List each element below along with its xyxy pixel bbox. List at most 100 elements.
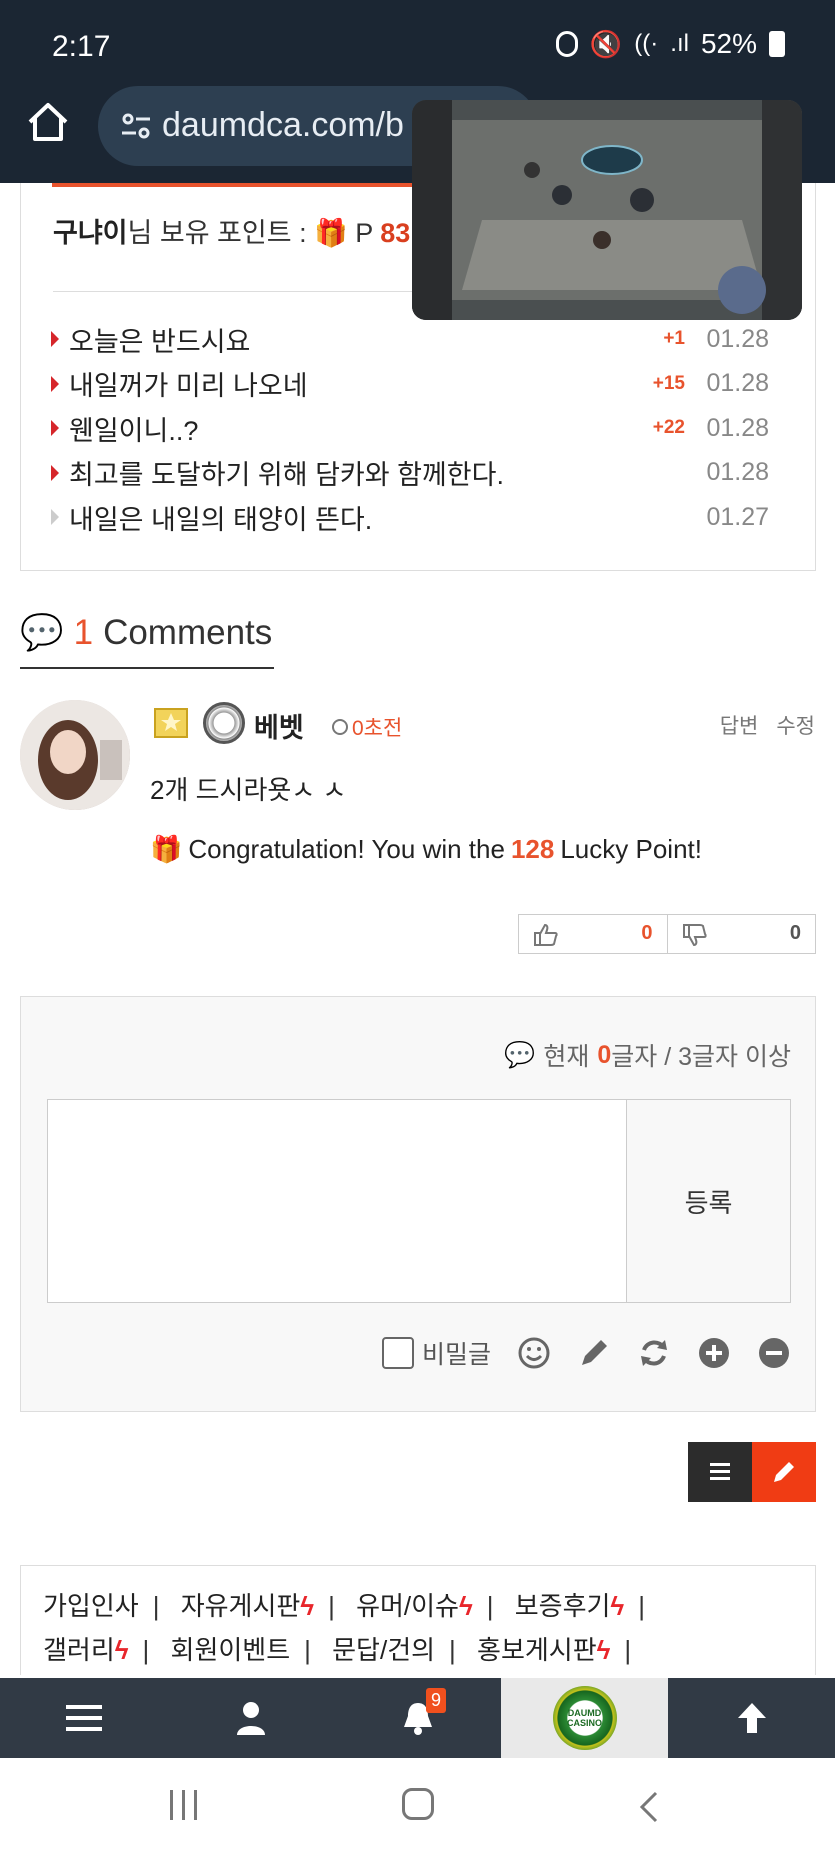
avatar-image	[20, 700, 130, 810]
divider: |	[328, 1591, 335, 1621]
downvote-count: 0	[789, 922, 801, 944]
list-item[interactable]: 오늘은 반드시요 +1 01.28	[51, 317, 801, 362]
refresh-icon[interactable]	[637, 1336, 671, 1370]
battery-percent: 52%	[700, 28, 757, 59]
post-title[interactable]: 오늘은 반드시요	[69, 320, 250, 359]
hot-icon: ϟ	[610, 1591, 625, 1621]
bullet-icon	[51, 464, 59, 481]
picture-in-picture-video[interactable]	[412, 100, 802, 320]
edit-link[interactable]: 수정	[776, 710, 815, 740]
board-link[interactable]: 갤러리	[43, 1635, 115, 1665]
hot-icon: ϟ	[114, 1635, 129, 1665]
hot-icon: ϟ	[596, 1635, 611, 1665]
hamburger-icon	[65, 1705, 102, 1731]
comment-tools: 비밀글	[381, 1335, 791, 1371]
bullet-icon	[51, 420, 59, 437]
comments-header: 💬 1 Comments	[20, 612, 274, 669]
mute-icon: 🔇	[589, 28, 623, 59]
divider: |	[486, 1591, 494, 1621]
board-links-row: 가입인사 | 자유게시판ϟ | 유머/이슈ϟ | 보증후기ϟ |	[43, 1584, 815, 1628]
secret-toggle[interactable]: 비밀글	[381, 1335, 491, 1371]
emoji-icon[interactable]	[517, 1336, 551, 1370]
board-link[interactable]: 가입인사	[43, 1591, 139, 1621]
wifi-icon: ((·	[634, 30, 659, 57]
post-title[interactable]: 웬일이니..?	[69, 409, 198, 448]
divider: |	[142, 1635, 150, 1665]
board-link[interactable]: 자유게시판	[181, 1591, 301, 1621]
bullet-icon	[51, 509, 59, 526]
menu-button[interactable]	[0, 1678, 167, 1758]
post-title[interactable]: 내일은 내일의 태양이 뜬다.	[69, 498, 372, 537]
comment-body: 2개 드시라욧ㅅ ㅅ	[150, 775, 347, 805]
reply-link[interactable]: 답변	[720, 710, 759, 740]
scroll-top-button[interactable]	[668, 1678, 835, 1758]
pencil-icon[interactable]	[577, 1336, 611, 1370]
list-item[interactable]: 내일꺼가 미리 나오네 +15 01.28	[51, 362, 801, 407]
home-icon[interactable]	[26, 100, 70, 144]
secret-checkbox[interactable]	[381, 1337, 414, 1369]
downvote-button[interactable]: 0	[666, 915, 816, 953]
thumbs-up-icon	[534, 923, 558, 946]
comment-actions: 답변 수정	[720, 710, 815, 740]
board-link[interactable]: 홍보게시판	[477, 1635, 597, 1665]
comment-author[interactable]: 베벳	[254, 706, 304, 745]
username: 구냐이	[53, 218, 128, 248]
comments-count: 1	[73, 612, 94, 652]
upvote-button[interactable]: 0	[519, 915, 667, 953]
comment-textarea[interactable]	[47, 1099, 627, 1303]
submit-button[interactable]: 등록	[627, 1099, 791, 1303]
lucky-suffix: Lucky Point!	[560, 834, 702, 864]
casino-logo-button[interactable]: DAUMD CASINO	[501, 1678, 668, 1758]
comment-form: 💬 현재 0 글자 / 3글자 이상 등록 비밀글	[20, 996, 816, 1412]
board-link[interactable]: 보증후기	[515, 1591, 611, 1621]
minus-circle-icon[interactable]	[757, 1336, 791, 1370]
avatar[interactable]	[20, 700, 130, 810]
status-time: 2:17	[52, 30, 111, 63]
vote-box: 0 0	[518, 914, 816, 954]
counter-requirement: 글자 / 3글자 이상	[611, 1043, 791, 1071]
recent-apps-icon[interactable]	[170, 1790, 204, 1820]
pencil-icon	[774, 1462, 794, 1482]
counter-label: 현재	[543, 1043, 590, 1071]
hot-icon: ϟ	[300, 1591, 315, 1621]
back-icon[interactable]	[636, 1790, 662, 1824]
post-title[interactable]: 내일꺼가 미리 나오네	[69, 364, 308, 403]
notification-badge: 9	[426, 1688, 447, 1713]
char-counter: 💬 현재 0 글자 / 3글자 이상	[504, 1037, 791, 1073]
post-title[interactable]: 최고를 도달하기 위해 담카와 함께한다.	[69, 453, 504, 492]
divider: |	[152, 1591, 160, 1621]
points-label: 님 보유 포인트 :	[127, 218, 307, 248]
plus-circle-icon[interactable]	[697, 1336, 731, 1370]
user-icon	[236, 1702, 265, 1735]
hot-icon: ϟ	[458, 1591, 473, 1621]
board-link[interactable]: 유머/이슈	[356, 1591, 459, 1621]
level-badge-icon	[154, 708, 188, 738]
lucky-points: 128	[510, 834, 555, 864]
list-item[interactable]: 웬일이니..? +22 01.28	[51, 406, 801, 451]
comment-count: +22	[652, 417, 685, 439]
comments-label: Comments	[103, 612, 273, 652]
divider: |	[449, 1635, 456, 1665]
speech-bubble-icon: 💬	[20, 613, 64, 652]
list-button[interactable]	[688, 1442, 752, 1502]
arrow-up-icon	[737, 1703, 766, 1733]
system-home-icon[interactable]	[402, 1788, 434, 1820]
write-button[interactable]	[752, 1442, 816, 1502]
upvote-count: 0	[641, 922, 653, 944]
divider: |	[638, 1591, 645, 1621]
list-item[interactable]: 최고를 도달하기 위해 담카와 함께한다. 01.28	[51, 451, 801, 496]
divider: |	[624, 1635, 632, 1665]
speech-bubble-icon: 💬	[504, 1040, 536, 1069]
notifications-button[interactable]: 9	[334, 1678, 501, 1758]
site-settings-icon[interactable]	[120, 110, 152, 142]
comment-count: +15	[652, 372, 685, 394]
user-points: 구냐이님 보유 포인트 : 🎁 P 83,	[53, 211, 418, 250]
thumbs-down-icon	[682, 924, 707, 947]
board-link[interactable]: 문답/건의	[332, 1635, 435, 1665]
board-link[interactable]: 회원이벤트	[171, 1635, 291, 1665]
list-item[interactable]: 내일은 내일의 태양이 뜬다. 01.27	[51, 495, 801, 540]
url-text: daumdca.com/b	[162, 106, 404, 144]
comment-count: +1	[663, 328, 685, 350]
profile-button[interactable]	[167, 1678, 334, 1758]
gift-icon: 🎁	[314, 218, 348, 248]
